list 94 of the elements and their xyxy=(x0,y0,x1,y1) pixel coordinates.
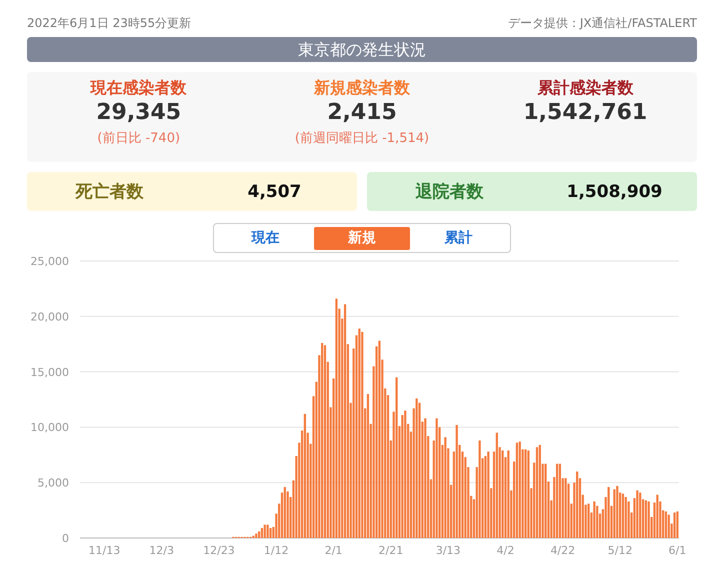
bar xyxy=(558,464,562,538)
bar xyxy=(424,418,426,538)
stat-value: 29,345 xyxy=(96,100,182,125)
bar xyxy=(656,494,658,538)
bar xyxy=(264,524,266,538)
x-axis-label: 2/21 xyxy=(378,544,404,557)
bar xyxy=(516,442,518,538)
bar xyxy=(636,490,638,538)
y-axis-label: 10,000 xyxy=(30,421,69,434)
outcome-value: 1,508,909 xyxy=(566,182,664,202)
bar xyxy=(507,450,510,538)
bar xyxy=(260,528,264,538)
bar xyxy=(587,504,590,538)
bar xyxy=(648,501,650,538)
bar xyxy=(284,487,286,538)
y-axis-label: 0 xyxy=(62,532,69,545)
bar xyxy=(502,450,504,538)
stat-value: 2,415 xyxy=(327,100,397,125)
bar xyxy=(304,414,306,538)
x-axis-label: 4/2 xyxy=(496,544,514,557)
x-axis-label: 4/22 xyxy=(550,544,576,557)
bar xyxy=(266,524,269,538)
stat-value: 1,542,761 xyxy=(523,100,648,125)
bar xyxy=(378,340,381,538)
chart-tab[interactable]: 累計 xyxy=(410,226,508,250)
x-axis-label: 2/1 xyxy=(324,544,342,557)
stat-label: 累計感染者数 xyxy=(537,78,634,99)
y-axis-label: 5,000 xyxy=(38,476,69,490)
bar xyxy=(538,444,541,538)
bar xyxy=(673,512,676,538)
bar xyxy=(444,437,446,538)
bar xyxy=(527,450,530,538)
y-axis-label: 20,000 xyxy=(30,310,69,324)
bar xyxy=(676,511,678,538)
bar xyxy=(596,506,598,538)
bar xyxy=(608,487,610,538)
y-axis-label: 25,000 xyxy=(30,256,69,268)
stat-label: 現在感染者数 xyxy=(90,78,187,99)
x-axis-label: 12/23 xyxy=(203,544,235,557)
bar xyxy=(269,528,272,538)
outcome-label: 退院者数 xyxy=(414,181,484,203)
bar xyxy=(361,332,364,538)
x-axis-label: 1/12 xyxy=(264,544,289,557)
bar xyxy=(258,531,260,538)
stat-label: 新規感染者数 xyxy=(314,78,410,99)
stat-change: (前週同曜日比 -1,514) xyxy=(294,130,430,147)
x-axis-label: 3/13 xyxy=(436,544,461,557)
bar xyxy=(335,298,338,538)
bar xyxy=(628,501,630,538)
bar xyxy=(524,449,527,538)
bar xyxy=(255,534,258,538)
bar xyxy=(478,440,481,538)
bar xyxy=(321,342,324,538)
x-axis-label: 11/13 xyxy=(88,544,120,557)
bar xyxy=(616,486,618,538)
bar xyxy=(613,489,616,538)
update-time: 2022年6月1日 23時55分更新 xyxy=(27,14,192,32)
bar xyxy=(396,377,398,538)
data-source: データ提供：JX通信社/FASTALERT xyxy=(508,14,697,32)
bar xyxy=(593,501,596,538)
chart-tab[interactable]: 現在 xyxy=(217,226,314,250)
bar xyxy=(544,464,547,538)
bar xyxy=(366,394,370,538)
section-title: 東京都の発生状況 xyxy=(27,37,697,62)
x-axis-label: 5/12 xyxy=(608,544,632,557)
bar xyxy=(344,304,346,538)
x-axis-label: 6/1 xyxy=(668,544,686,557)
bar xyxy=(496,432,498,538)
bar xyxy=(624,497,627,538)
bar xyxy=(668,514,670,538)
stat-change: (前日比 -740) xyxy=(97,130,180,147)
bar xyxy=(436,418,438,538)
bar xyxy=(487,452,490,538)
chart-tab[interactable]: 新規 xyxy=(314,226,410,250)
bar xyxy=(576,472,578,538)
bar xyxy=(664,511,668,538)
bar xyxy=(416,398,418,538)
bar xyxy=(418,402,421,538)
bar xyxy=(622,494,624,538)
bar xyxy=(286,491,289,538)
y-axis-label: 15,000 xyxy=(30,366,69,379)
bar xyxy=(536,447,538,538)
bar xyxy=(564,478,567,538)
bar xyxy=(639,492,642,538)
outcome-label: 死亡者数 xyxy=(74,181,144,203)
bar xyxy=(324,345,326,538)
bar xyxy=(556,464,558,538)
bar xyxy=(404,410,406,538)
bar xyxy=(358,328,360,538)
bar xyxy=(644,500,647,538)
outcome-value: 4,507 xyxy=(246,182,302,202)
bar xyxy=(518,442,521,538)
bar xyxy=(456,424,458,538)
x-axis-label: 12/3 xyxy=(149,544,174,557)
